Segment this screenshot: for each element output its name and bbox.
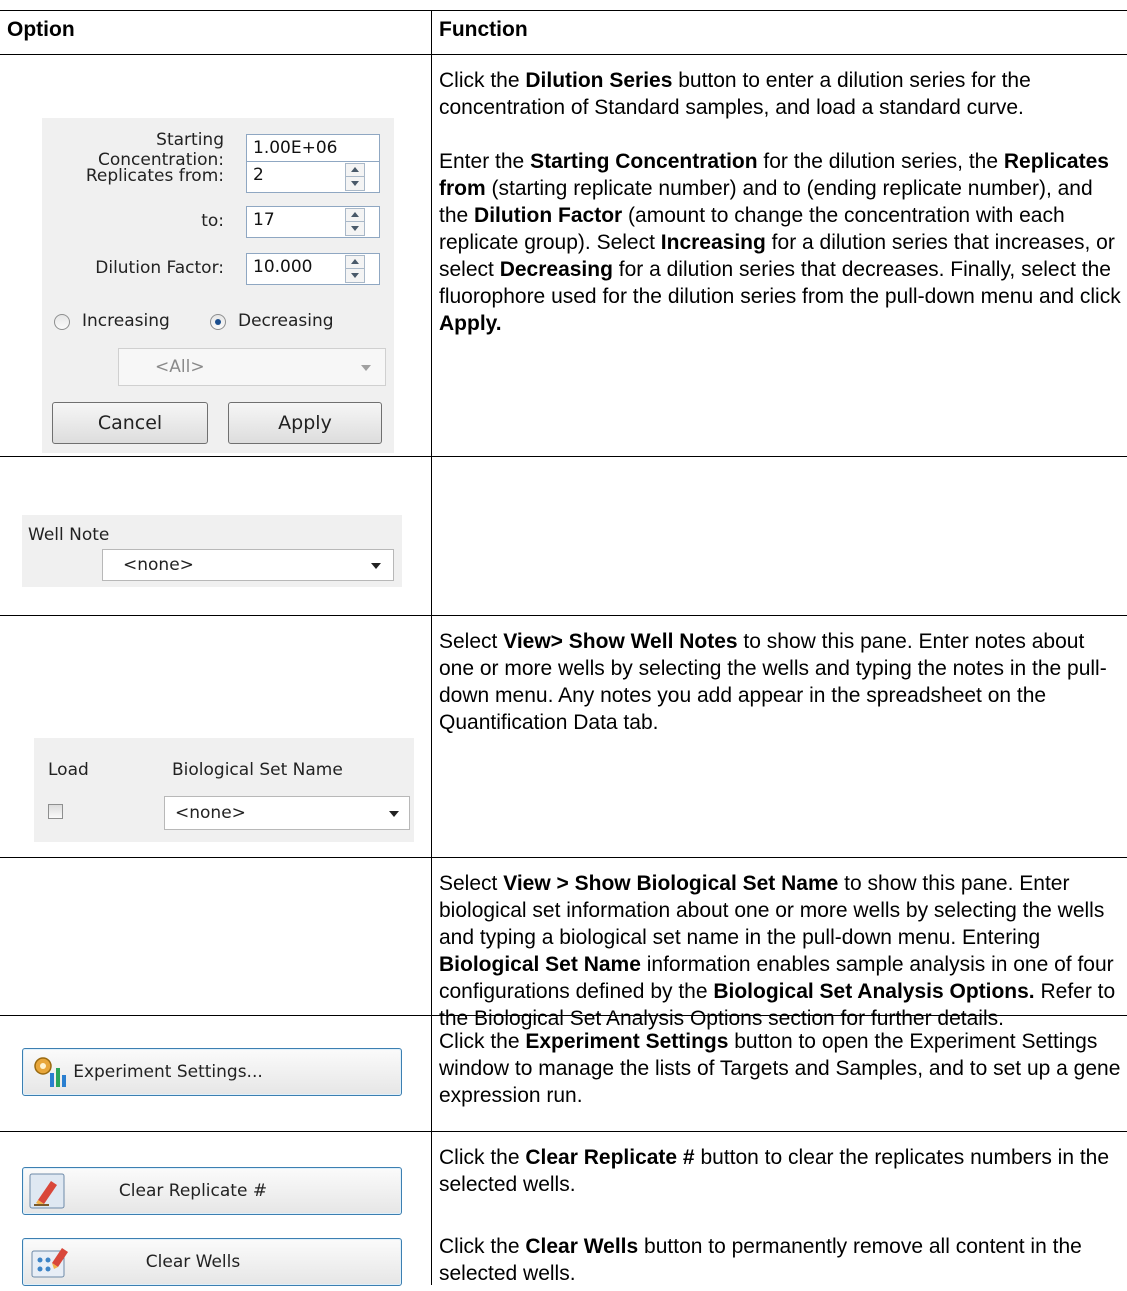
cancel-button[interactable]: Cancel	[52, 402, 208, 444]
replicates-to-label: to:	[201, 211, 224, 231]
plate-eraser-icon	[31, 1248, 68, 1278]
clear-replicate-description: Click the Clear Replicate # button to cl…	[439, 1146, 1110, 1196]
fluorophore-select[interactable]: <All>	[118, 348, 386, 386]
well-note-select[interactable]: <none>	[102, 549, 394, 581]
load-label: Load	[48, 760, 89, 780]
clear-wells-description: Click the Clear Wells button to permanen…	[439, 1235, 1082, 1285]
column-header-function: Function	[439, 18, 528, 41]
dilution-series-paragraph: Click the Dilution Series button to ente…	[439, 69, 1031, 119]
header-bottom-border	[0, 54, 1127, 55]
load-checkbox[interactable]	[48, 804, 63, 819]
well-note-panel: Well Note <none>	[22, 515, 402, 587]
dilution-factor-label: Dilution Factor:	[95, 258, 224, 278]
column-header-option: Option	[7, 18, 75, 41]
row-divider	[0, 857, 1127, 858]
increasing-radio[interactable]	[54, 314, 70, 330]
column-divider	[431, 10, 432, 1285]
well-note-description: Select View> Show Well Notes to show thi…	[439, 630, 1107, 734]
experiment-settings-label: Experiment Settings...	[73, 1062, 263, 1082]
dilution-series-paragraph: Enter the Starting Concentration for the…	[439, 150, 1121, 335]
clear-wells-button[interactable]: Clear Wells	[22, 1238, 402, 1286]
gear-chart-icon	[34, 1057, 66, 1087]
replicates-from-stepper[interactable]	[345, 163, 365, 191]
increasing-label: Increasing	[82, 311, 170, 331]
starting-concentration-label: Starting Concentration:	[98, 130, 224, 170]
biological-set-description: Select View > Show Biological Set Name t…	[439, 872, 1116, 1030]
fluorophore-value: <All>	[155, 357, 205, 377]
biological-set-name-select[interactable]: <none>	[164, 796, 410, 830]
apply-button[interactable]: Apply	[228, 402, 382, 444]
dilution-series-description: Click the Dilution Series button to ente…	[439, 67, 1125, 337]
decreasing-label: Decreasing	[238, 311, 334, 331]
chevron-down-icon	[371, 563, 381, 569]
row-divider	[0, 1131, 1127, 1132]
well-note-value: <none>	[123, 555, 194, 575]
clear-wells-label: Clear Wells	[145, 1252, 241, 1272]
biological-set-panel: Load Biological Set Name <none>	[34, 738, 414, 842]
table-top-border	[0, 10, 1127, 11]
chevron-down-icon	[361, 365, 371, 371]
experiment-settings-description: Click the Experiment Settings button to …	[439, 1030, 1121, 1107]
experiment-settings-button[interactable]: Experiment Settings...	[22, 1048, 402, 1096]
chevron-down-icon	[389, 811, 399, 817]
replicates-to-stepper[interactable]	[345, 208, 365, 236]
biological-set-name-label: Biological Set Name	[172, 760, 343, 780]
row-divider	[0, 456, 1127, 457]
well-note-label: Well Note	[28, 525, 110, 545]
decreasing-radio[interactable]	[210, 314, 226, 330]
dilution-factor-stepper[interactable]	[345, 255, 365, 283]
clear-replicate-button[interactable]: Clear Replicate #	[22, 1167, 402, 1215]
dilution-series-panel: Starting Concentration: 1.00E+06 Replica…	[42, 118, 394, 453]
eraser-icon	[29, 1173, 65, 1209]
row-divider	[0, 615, 1127, 616]
clear-replicate-label: Clear Replicate #	[118, 1181, 268, 1201]
biological-set-name-value: <none>	[175, 803, 246, 823]
replicates-from-label: Replicates from:	[85, 166, 224, 186]
